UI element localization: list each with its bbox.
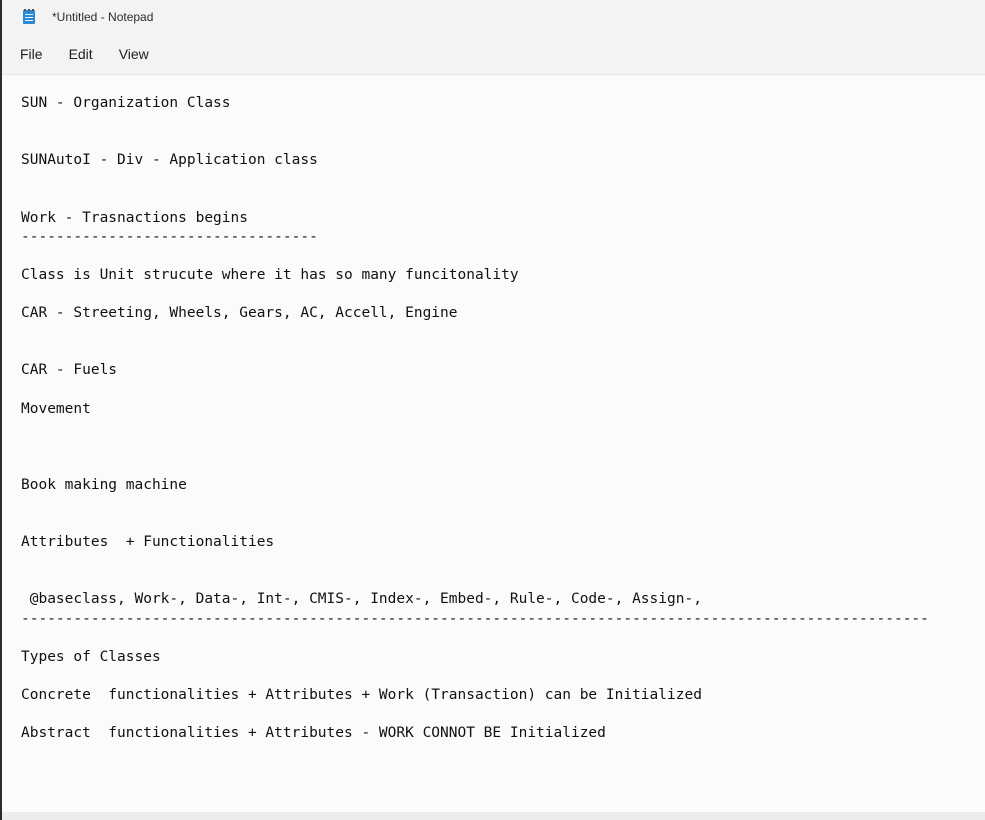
text-editor[interactable]: SUN - Organization Class SUNAutoI - Div -… [2,75,985,812]
editor-line: Abstract functionalities + Attributes - … [21,725,606,742]
editor-line: @baseclass, Work-, Data-, Int-, CMIS-, I… [21,591,702,608]
editor-line: CAR - Streeting, Wheels, Gears, AC, Acce… [21,305,458,322]
menu-bar: File Edit View [2,34,985,75]
editor-line: Types of Classes [21,648,161,665]
notepad-window: *Untitled - Notepad File Edit View SUN -… [0,0,985,820]
editor-line: SUNAutoI - Div - Application class [21,152,318,169]
editor-line: Class is Unit strucute where it has so m… [21,266,519,283]
editor-line: Work - Trasnactions begins [21,209,248,226]
editor-line: ---------------------------------- [21,228,318,245]
status-strip [2,812,985,820]
window-title: *Untitled - Notepad [52,10,154,24]
title-bar[interactable]: *Untitled - Notepad [2,0,985,34]
editor-line: ----------------------------------------… [21,610,929,627]
editor-line: Movement [21,400,91,417]
editor-line: CAR - Fuels [21,362,118,379]
editor-line: SUN - Organization Class [21,95,231,111]
menu-file[interactable]: File [10,42,53,66]
editor-line: Concrete functionalities + Attributes + … [21,686,702,703]
editor-line: Book making machine [21,476,187,493]
editor-line: Attributes + Functionalities [21,534,275,551]
notepad-icon [22,9,36,25]
menu-edit[interactable]: Edit [59,42,103,66]
menu-view[interactable]: View [109,42,159,66]
